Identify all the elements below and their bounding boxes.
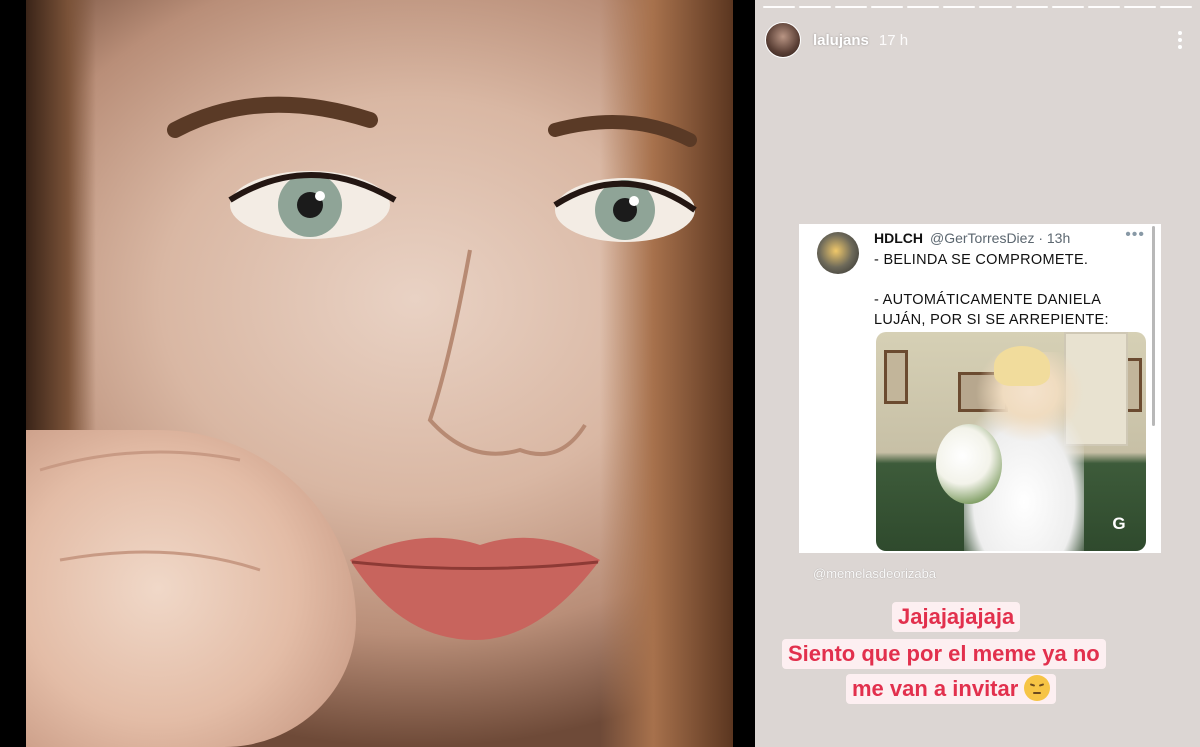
tweet-text-line: - BELINDA SE COMPROMETE. [874, 252, 1089, 268]
right-eyebrow [548, 115, 697, 147]
progress-segment [835, 6, 868, 8]
portrait-photo [0, 0, 733, 747]
progress-segment [1123, 6, 1156, 8]
left-eyebrow [167, 96, 378, 138]
more-vertical-icon[interactable] [1170, 25, 1190, 55]
tweet-avatar [817, 232, 859, 274]
tweet-author-name: HDLCH [874, 230, 923, 246]
story-progress-bar [763, 6, 1192, 9]
caption-line-3: me van a invitar [846, 674, 1057, 704]
progress-segment [799, 6, 832, 8]
progress-segment [943, 6, 976, 8]
tweet-handle: @GerTorresDiez · 13h [930, 230, 1071, 246]
caption-line: Siento que por el meme ya no [782, 639, 1106, 669]
progress-segment [871, 6, 904, 8]
caption-line: Jajajajajaja [892, 602, 1021, 632]
bride-hair [994, 346, 1050, 386]
progress-segment [763, 6, 796, 8]
bouquet [936, 424, 1002, 504]
avatar[interactable] [765, 22, 801, 58]
progress-segment [1051, 6, 1084, 8]
post-time: 17 h [878, 31, 909, 49]
story-header: lalujans 17 h [765, 22, 1190, 58]
wall-picture-frame [884, 350, 908, 404]
lips [350, 537, 600, 640]
scrollbar [1152, 226, 1155, 426]
tweet-screenshot: HDLCH @GerTorresDiez · 13h ••• - BELINDA… [799, 224, 1161, 553]
username[interactable]: lalujans [813, 32, 869, 49]
gif-loop-icon: G [1112, 514, 1126, 533]
progress-segment [979, 6, 1012, 8]
nose [427, 249, 587, 457]
tweet-gif-image: G [876, 332, 1146, 551]
progress-segment [1015, 6, 1048, 8]
progress-segment [1087, 6, 1120, 8]
mention-sticker[interactable]: @memelasdeorizaba [813, 566, 936, 581]
more-horizontal-icon: ••• [1125, 226, 1145, 243]
tweet-text-line: LUJÁN, POR SI SE ARREPIENTE: [874, 312, 1109, 328]
tweet-text-line: - AUTOMÁTICAMENTE DANIELA [874, 292, 1102, 308]
face-features [39, 96, 697, 640]
progress-segment [1159, 6, 1192, 8]
progress-segment [907, 6, 940, 8]
instagram-story: lalujans 17 h HDLCH @GerTorresDiez · 13h… [755, 0, 1200, 747]
pensive-face-emoji-icon [1024, 675, 1051, 702]
caption-line: me van a invitar [852, 676, 1019, 701]
